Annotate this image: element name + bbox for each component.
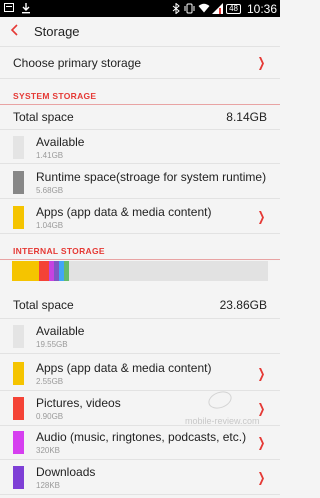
internal-storage-header: INTERNAL STORAGE — [0, 246, 280, 260]
chevron-right-icon: ❯ — [257, 434, 266, 450]
color-swatch — [13, 397, 24, 420]
internal-total-space-label: Total space — [13, 297, 74, 312]
color-swatch — [13, 205, 24, 229]
internal-total-space-value: 23.86GB — [219, 297, 267, 312]
notification-icon — [3, 3, 14, 14]
item-size: 320KB — [36, 446, 61, 455]
vibrate-icon — [184, 3, 195, 14]
app-bar: Storage — [0, 17, 280, 47]
item-label: Available — [36, 135, 85, 149]
chevron-right-icon: ❯ — [257, 365, 266, 381]
color-swatch — [13, 466, 24, 489]
item-size: 0.90GB — [36, 412, 64, 421]
internal-total-space-row: Total space 23.86GB — [0, 291, 280, 319]
system-storage-header: SYSTEM STORAGE — [0, 91, 280, 105]
storage-usage-bar — [12, 261, 268, 281]
item-label: Available — [36, 324, 85, 338]
chevron-right-icon: ❯ — [257, 400, 266, 416]
system-total-space-label: Total space — [13, 109, 74, 124]
wifi-icon — [198, 3, 210, 14]
internal-audio-item[interactable]: Audio (music, ringtones, podcasts, etc.)… — [0, 426, 280, 460]
clock: 10:36 — [246, 1, 277, 16]
chevron-right-icon: ❯ — [257, 55, 266, 70]
color-swatch — [13, 431, 24, 454]
color-swatch — [13, 170, 24, 194]
internal-downloads-item[interactable]: Downloads 128KB ❯ — [0, 461, 280, 495]
item-size: 128KB — [36, 481, 61, 490]
chevron-right-icon: ❯ — [257, 209, 266, 224]
usage-segment-5 — [63, 261, 70, 281]
item-size: 19.55GB — [36, 340, 68, 349]
signal-icon — [212, 3, 224, 14]
back-arrow-icon[interactable] — [10, 23, 26, 40]
bluetooth-icon — [170, 2, 181, 15]
item-label: Apps (app data & media content) — [36, 204, 212, 219]
item-label: Apps (app data & media content) — [36, 361, 212, 375]
choose-primary-storage-item[interactable]: Choose primary storage ❯ — [0, 48, 280, 79]
watermark-text: mobile-review.com — [185, 416, 260, 426]
color-swatch — [13, 325, 24, 348]
usage-segment-1 — [39, 261, 50, 281]
item-label: Runtime space(stroage for system runtime… — [36, 169, 267, 184]
item-size: 2.55GB — [36, 377, 64, 386]
system-apps-item[interactable]: Apps (app data & media content) 1.04GB ❯ — [0, 201, 280, 234]
item-label: Audio (music, ringtones, podcasts, etc.) — [36, 430, 247, 444]
status-bar: 48 10:36 — [0, 0, 280, 17]
internal-available-item: Available 19.55GB — [0, 320, 280, 354]
battery-icon: 48 — [226, 3, 241, 14]
color-swatch — [13, 136, 24, 159]
internal-apps-item[interactable]: Apps (app data & media content) 2.55GB ❯ — [0, 357, 280, 391]
system-total-space-value: 8.14GB — [226, 109, 267, 124]
item-label: Downloads — [36, 465, 96, 479]
system-runtime-item: Runtime space(stroage for system runtime… — [0, 166, 280, 199]
chevron-right-icon: ❯ — [257, 469, 266, 485]
page-title: Storage — [34, 24, 80, 39]
item-label: Pictures, videos — [36, 396, 121, 410]
choose-primary-storage-label: Choose primary storage — [13, 56, 142, 70]
color-swatch — [13, 362, 24, 385]
battery-level: 48 — [229, 3, 238, 13]
item-size: 5.68GB — [36, 185, 64, 195]
item-size: 1.04GB — [36, 220, 64, 230]
usage-segment-0 — [12, 261, 40, 281]
download-icon — [20, 3, 31, 14]
system-total-space-row: Total space 8.14GB — [0, 104, 280, 130]
system-available-item: Available 1.41GB — [0, 132, 280, 164]
item-size: 1.41GB — [36, 151, 64, 160]
